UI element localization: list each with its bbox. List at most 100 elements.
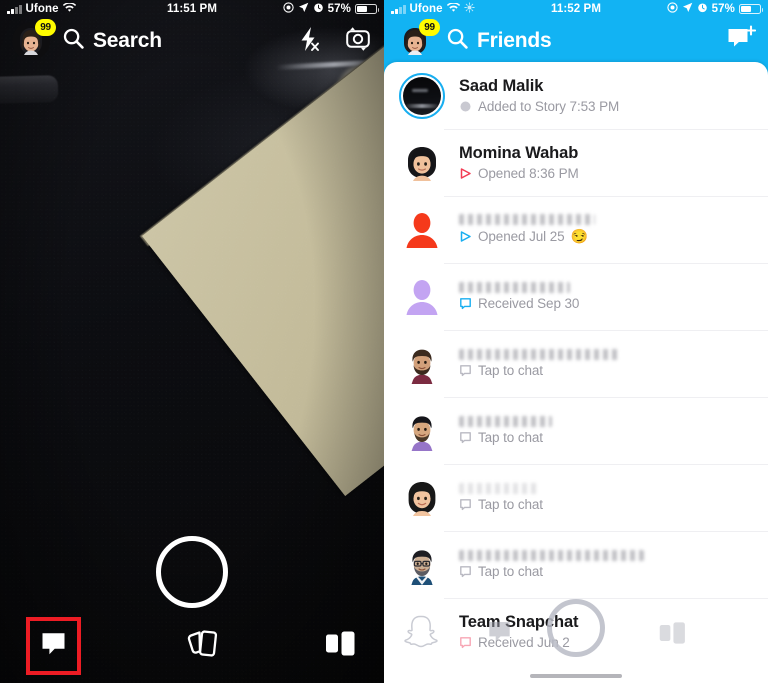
list-item[interactable]: Received Sep 30: [384, 263, 768, 330]
bitmoji-female-dark-hair: [407, 146, 436, 181]
chat-outline-icon: [459, 565, 472, 578]
friend-status: Tap to chat: [459, 564, 768, 579]
placeholder-orange-avatar: [406, 212, 437, 248]
avatar[interactable]: [398, 273, 445, 320]
new-chat-icon[interactable]: [726, 24, 757, 59]
friends-screen: Ufone 11:52 PM 57% 99 Friends Saad Malik…: [384, 0, 768, 683]
friend-name-redacted: [459, 416, 552, 427]
friend-status: Added to Story 7:53 PM: [459, 99, 768, 114]
bitmoji-bearded-purple: [411, 415, 432, 451]
received-chat-icon: [459, 297, 472, 310]
list-item[interactable]: Tap to chat: [384, 464, 768, 531]
bitmoji-bearded-maroon: [411, 349, 432, 384]
friend-status-text: Tap to chat: [478, 564, 543, 579]
carrier-label: Ufone: [25, 3, 59, 15]
friend-status-text: Added to Story 7:53 PM: [478, 99, 620, 114]
discover-icon[interactable]: [324, 630, 358, 662]
friend-status-text: Tap to chat: [478, 363, 543, 378]
avatar[interactable]: [398, 139, 445, 186]
avatar[interactable]: [398, 608, 445, 655]
story-thumbnail: [402, 76, 441, 115]
carrier-label: Ufone: [409, 3, 443, 15]
list-item-text: Tap to chat: [459, 416, 768, 445]
profile-avatar-button[interactable]: 99: [396, 19, 440, 60]
friend-status-text: Received Jun 2: [478, 635, 570, 650]
status-bar-left-group: Ufone: [7, 1, 76, 16]
status-bar-right-group: 57%: [283, 2, 379, 16]
avatar[interactable]: [398, 340, 445, 387]
alarm-clock-icon: [697, 2, 708, 16]
alarm-clock-icon: [313, 2, 324, 16]
friend-status: Opened Jul 25 😏: [459, 228, 768, 245]
friend-status-text: Opened 8:36 PM: [478, 166, 579, 181]
friend-name-redacted: [459, 349, 620, 360]
battery-icon: [739, 3, 763, 15]
battery-icon: [355, 3, 379, 15]
status-bar-left-group: Ufone: [391, 1, 475, 16]
list-item-text: Momina Wahab Opened 8:36 PM: [459, 144, 768, 181]
search-label: Search: [93, 29, 162, 52]
list-item-text: Tap to chat: [459, 550, 768, 579]
list-item[interactable]: Momina Wahab Opened 8:36 PM: [384, 129, 768, 196]
list-item-text: Tap to chat: [459, 349, 768, 378]
avatar[interactable]: [398, 206, 445, 253]
opened-snap-icon: [459, 230, 472, 243]
list-item[interactable]: Tap to chat: [384, 330, 768, 397]
avatar[interactable]: [398, 541, 445, 588]
friends-header: 99 Friends: [384, 18, 768, 64]
cellular-signal-icon: [7, 4, 22, 14]
story-ring: [398, 72, 445, 119]
unread-badge: 99: [35, 19, 56, 36]
list-item[interactable]: Tap to chat: [384, 531, 768, 598]
story-icon: [459, 100, 472, 113]
friends-list[interactable]: Saad Malik Added to Story 7:53 PM Momina…: [384, 62, 768, 683]
wifi-icon: [62, 1, 76, 16]
friend-status: Tap to chat: [459, 497, 768, 512]
battery-percent-label: 57%: [327, 3, 351, 15]
friend-status-text: Tap to chat: [478, 430, 543, 445]
camera-top-bar: 99 Search: [0, 18, 384, 64]
chat-outline-icon: [459, 364, 472, 377]
avatar[interactable]: [398, 407, 445, 454]
search-bar[interactable]: Search: [63, 28, 298, 54]
battery-percent-label: 57%: [711, 3, 735, 15]
location-arrow-icon: [298, 2, 309, 16]
bitmoji-bearded-glasses: [410, 549, 433, 585]
friend-status: Tap to chat: [459, 363, 768, 378]
camera-bottom-bar: [0, 609, 384, 683]
received-chat-icon: [459, 636, 472, 649]
friend-name: Team Snapchat: [459, 613, 579, 631]
list-item[interactable]: Saad Malik Added to Story 7:53 PM: [384, 62, 768, 129]
unread-badge: 99: [419, 19, 440, 36]
friend-status: Tap to chat: [459, 430, 768, 445]
chat-button-highlight-box: [26, 617, 81, 675]
chat-outline-icon: [459, 431, 472, 444]
profile-avatar-button[interactable]: 99: [12, 19, 56, 60]
list-item-text: Received Sep 30: [459, 282, 768, 311]
flash-off-icon[interactable]: [298, 26, 322, 57]
wifi-icon: [446, 1, 460, 16]
shutter-button[interactable]: [156, 536, 228, 608]
avatar[interactable]: [398, 72, 445, 119]
friend-status-text: Received Sep 30: [478, 296, 580, 311]
friend-status-text: Tap to chat: [478, 497, 543, 512]
friend-status: Received Jun 2: [459, 635, 768, 650]
stories-cards-icon[interactable]: [185, 629, 221, 664]
status-bar-right-group: 57%: [667, 2, 763, 16]
friends-search-bar[interactable]: Friends: [447, 28, 726, 54]
dual-screenshot-container: Ufone 11:51 PM 57% 99 Search Ufone 11:52…: [0, 0, 768, 683]
list-item[interactable]: Opened Jul 25 😏: [384, 196, 768, 263]
list-item[interactable]: Team Snapchat Received Jun 2: [384, 598, 768, 665]
list-item-text: Saad Malik Added to Story 7:53 PM: [459, 77, 768, 114]
camera-flip-icon[interactable]: [344, 26, 372, 56]
list-item[interactable]: Tap to chat: [384, 397, 768, 464]
list-item-text: Team Snapchat Received Jun 2: [459, 613, 768, 650]
list-item-text: Tap to chat: [459, 483, 768, 512]
friend-status-text: Opened Jul 25: [478, 229, 565, 244]
snapchat-ghost-icon: [403, 615, 438, 647]
chat-outline-icon: [459, 498, 472, 511]
chat-bubble-icon[interactable]: [40, 630, 67, 662]
search-icon: [447, 28, 468, 54]
avatar[interactable]: [398, 474, 445, 521]
friend-name: Saad Malik: [459, 77, 544, 95]
